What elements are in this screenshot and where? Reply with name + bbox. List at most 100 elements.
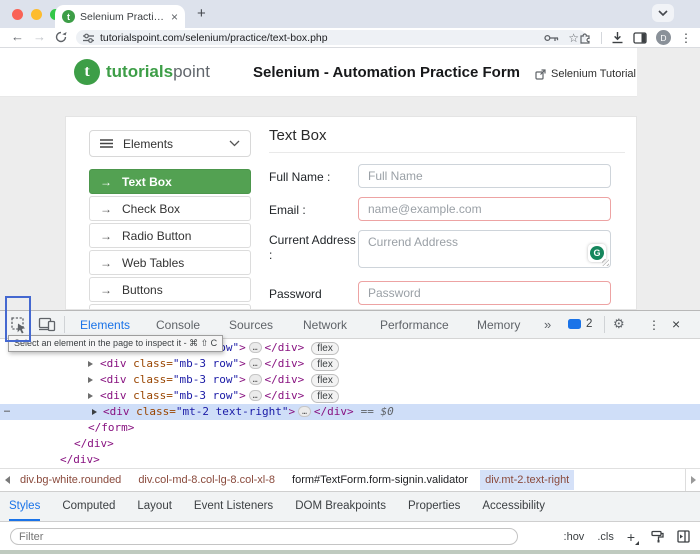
breadcrumb-item[interactable]: form#TextForm.form-signin.validator (287, 470, 473, 490)
breadcrumb-item-selected[interactable]: div.mt-2.text-right (480, 470, 574, 490)
devtools-close-icon[interactable]: × (672, 316, 680, 332)
password-key-icon[interactable] (544, 34, 559, 42)
toggle-sidebar-panel-icon[interactable] (677, 530, 690, 543)
dom-tree-row[interactable]: <div class="mb-3 row">…</div>flex (0, 356, 700, 372)
devtools-tab-performance[interactable]: Performance (380, 318, 449, 332)
downloads-icon[interactable] (611, 31, 624, 44)
devtools-tab-elements[interactable]: Elements (80, 318, 130, 332)
sidebar-item-radio-button[interactable]: → Radio Button (89, 223, 251, 248)
sidebar-item-check-box[interactable]: → Check Box (89, 196, 251, 221)
tab-favicon-icon: t (62, 10, 75, 23)
inspect-element-icon[interactable] (10, 316, 28, 334)
new-style-rule-button[interactable]: + (627, 530, 638, 544)
tag-bracket: > (288, 405, 295, 418)
devtools-tab-sources[interactable]: Sources (229, 318, 273, 332)
sidebar-item-text-box[interactable]: → Text Box (89, 169, 251, 194)
inline-expand-button[interactable]: … (249, 358, 262, 369)
browser-toolbar: ← → tutorialspoint.com/selenium/practice… (0, 28, 700, 48)
dom-tree-row[interactable]: </form> (0, 420, 700, 436)
close-window-button[interactable] (12, 9, 23, 20)
gutter-more-icon[interactable]: … (4, 402, 10, 418)
expand-arrow-icon[interactable] (92, 409, 97, 415)
flex-badge[interactable]: flex (311, 390, 339, 403)
address-bar[interactable]: tutorialspoint.com/selenium/practice/tex… (76, 30, 586, 45)
breadcrumb-item[interactable]: div.bg-white.rounded (15, 470, 126, 490)
dom-tree-row-selected[interactable]: … <div class="mt-2 text-right">…</div>==… (0, 404, 700, 420)
panel-tab-computed[interactable]: Computed (62, 492, 115, 521)
more-tabs-icon[interactable]: » (544, 317, 551, 332)
rendering-emulation-icon[interactable] (651, 530, 664, 543)
external-link-icon (535, 69, 546, 80)
selenium-tutorial-link[interactable]: Selenium Tutorial (535, 68, 636, 80)
breadcrumb-scroll-right[interactable] (685, 469, 700, 491)
inline-expand-button[interactable]: … (249, 390, 262, 401)
dom-tree-row[interactable]: </div> (0, 452, 700, 468)
devtools-tab-memory[interactable]: Memory (477, 318, 520, 332)
extensions-puzzle-icon[interactable] (579, 31, 592, 44)
sidebar-item-buttons[interactable]: → Buttons (89, 277, 251, 302)
settings-gear-icon[interactable]: ⚙ (613, 316, 625, 332)
resize-handle[interactable] (602, 259, 609, 266)
tutorialspoint-logo-icon[interactable]: t (74, 59, 100, 85)
sidebar-item-web-tables[interactable]: → Web Tables (89, 250, 251, 275)
elements-dropdown[interactable]: Elements (89, 130, 251, 157)
flex-badge[interactable]: flex (311, 342, 339, 355)
devtools-tab-network[interactable]: Network (303, 318, 347, 332)
panel-tab-properties[interactable]: Properties (408, 492, 460, 521)
browser-menu-icon[interactable]: ⋮ (680, 32, 692, 44)
breadcrumb-item[interactable]: div.col-md-8.col-lg-8.col-xl-8 (133, 470, 280, 490)
messages-bubble-icon[interactable] (568, 319, 581, 329)
side-panel-icon[interactable] (633, 32, 647, 44)
expand-arrow-icon[interactable] (88, 377, 93, 383)
inline-expand-button[interactable]: … (298, 406, 311, 417)
inline-expand-button[interactable]: … (249, 342, 262, 353)
devtools-tab-console[interactable]: Console (156, 318, 200, 332)
practice-card: Elements → Text Box → Check Box → Radio … (65, 116, 637, 310)
new-tab-button[interactable]: + (197, 5, 206, 22)
tab-title: Selenium Practice - Text Box (80, 11, 166, 23)
site-info-icon[interactable] (83, 33, 94, 43)
panel-tab-event-listeners[interactable]: Event Listeners (194, 492, 273, 521)
tab-close-icon[interactable]: × (171, 11, 178, 23)
expand-arrow-icon[interactable] (88, 393, 93, 399)
element-classes-button[interactable]: .cls (597, 531, 614, 543)
flex-badge[interactable]: flex (311, 358, 339, 371)
password-input[interactable] (358, 281, 611, 305)
tab-search-chevron-icon[interactable] (652, 4, 674, 22)
minimize-window-button[interactable] (31, 9, 42, 20)
bookmark-star-icon[interactable]: ☆ (568, 32, 579, 44)
breadcrumb-scroll-left[interactable] (0, 469, 15, 491)
email-input[interactable] (358, 197, 611, 221)
styles-panel-tabs: Styles Computed Layout Event Listeners D… (0, 491, 700, 522)
dom-tree-row[interactable]: </div> (0, 436, 700, 452)
tag-open: <div (103, 405, 130, 418)
current-address-textarea[interactable] (358, 230, 611, 268)
browser-tab[interactable]: t Selenium Practice - Text Box × (55, 5, 185, 28)
tag-open: <div (100, 357, 127, 370)
styles-filter-input[interactable] (10, 528, 518, 545)
device-toolbar-icon[interactable] (38, 316, 56, 332)
panel-tab-styles[interactable]: Styles (9, 492, 40, 521)
panel-tab-dom-breakpoints[interactable]: DOM Breakpoints (295, 492, 386, 521)
expand-arrow-icon[interactable] (88, 361, 93, 367)
back-button[interactable]: ← (11, 29, 24, 44)
tag-close: </div> (60, 453, 100, 466)
profile-avatar[interactable]: D (656, 30, 671, 45)
inline-expand-button[interactable]: … (249, 374, 262, 385)
forward-button[interactable]: → (33, 29, 46, 44)
panel-tab-layout[interactable]: Layout (137, 492, 172, 521)
dom-tree-row[interactable]: <div class="mb-3 row">…</div>flex (0, 388, 700, 404)
devtools-menu-icon[interactable]: ⋮ (648, 318, 660, 332)
brand-wordmark[interactable]: tutorialspoint (106, 62, 210, 82)
browser-window: t Selenium Practice - Text Box × + ← → t… (0, 0, 700, 554)
heading-divider (269, 152, 625, 153)
toggle-element-state-button[interactable]: :hov (564, 531, 585, 543)
form-heading: Text Box (269, 127, 327, 144)
panel-tab-accessibility[interactable]: Accessibility (482, 492, 545, 521)
tag-open: <div (100, 373, 127, 386)
flex-badge[interactable]: flex (311, 374, 339, 387)
dom-tree-row[interactable]: <div class="mb-3 row">…</div>flex (0, 372, 700, 388)
sidebar-item-label: Radio Button (122, 229, 191, 243)
full-name-input[interactable] (358, 164, 611, 188)
reload-button[interactable] (55, 31, 67, 43)
